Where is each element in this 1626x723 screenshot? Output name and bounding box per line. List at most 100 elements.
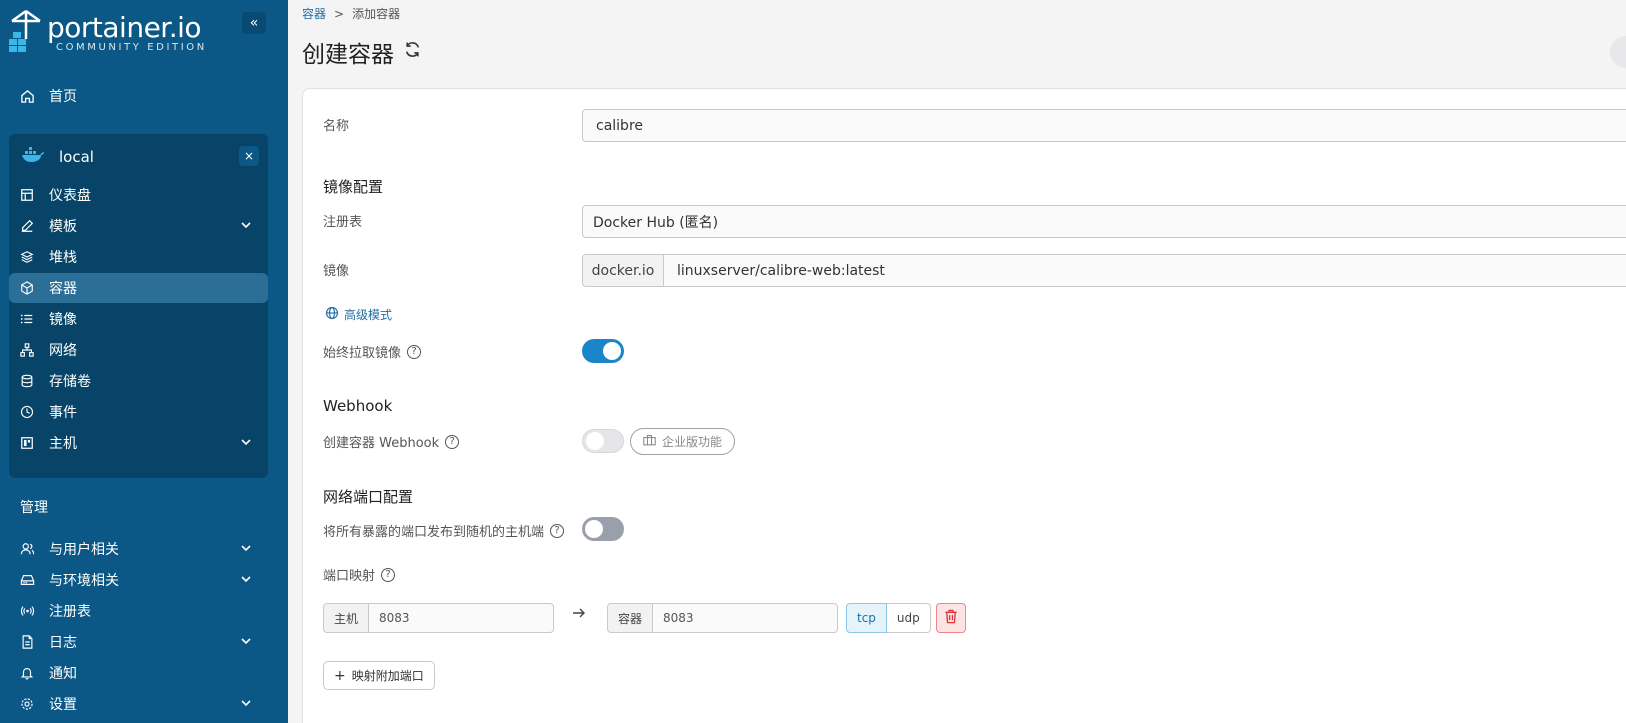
network-port-heading: 网络端口配置 bbox=[323, 488, 414, 506]
portainer-logo[interactable]: portainer.io COMMUNITY EDITION bbox=[6, 9, 226, 59]
sidebar-item-settings[interactable]: 设置 bbox=[9, 689, 268, 719]
container-port-input[interactable]: 8083 bbox=[653, 603, 839, 633]
environment-name: local bbox=[59, 148, 94, 166]
image-input[interactable]: linuxserver/calibre-web:latest bbox=[663, 254, 1626, 287]
database-icon bbox=[19, 373, 35, 389]
chevron-down-icon[interactable] bbox=[240, 542, 252, 558]
bell-icon bbox=[19, 665, 35, 681]
sidebar: portainer.io COMMUNITY EDITION « 首页 loca… bbox=[0, 0, 288, 723]
sidebar-item-label: 首页 bbox=[49, 89, 77, 105]
port-mapping-label: 端口映射 ? bbox=[323, 565, 396, 584]
sidebar-item-networks[interactable]: 网络 bbox=[9, 335, 268, 365]
chevron-down-icon[interactable] bbox=[240, 436, 252, 452]
always-pull-toggle[interactable] bbox=[582, 339, 624, 363]
sidebar-item-label: 主机 bbox=[49, 436, 77, 452]
clock-icon bbox=[19, 404, 35, 420]
sidebar-item-label: 容器 bbox=[49, 281, 77, 297]
sidebar-item-label: 模板 bbox=[49, 219, 77, 235]
user-menu-button[interactable] bbox=[1610, 36, 1626, 68]
chevron-down-icon[interactable] bbox=[240, 219, 252, 235]
toggle-knob bbox=[603, 342, 621, 360]
host-port-group: 主机 8083 bbox=[323, 603, 555, 633]
help-icon[interactable]: ? bbox=[445, 434, 460, 449]
toggle-knob bbox=[585, 520, 603, 538]
collapse-sidebar-button[interactable]: « bbox=[242, 12, 266, 34]
protocol-udp-button[interactable]: udp bbox=[886, 603, 931, 633]
admin-section-title: 管理 bbox=[20, 500, 48, 516]
environment-header[interactable]: local × bbox=[9, 138, 268, 176]
briefcase-icon bbox=[643, 434, 656, 449]
image-registry-prefix: docker.io bbox=[582, 254, 664, 287]
users-icon bbox=[19, 541, 35, 557]
registry-select[interactable]: Docker Hub (匿名) bbox=[582, 205, 1626, 238]
sidebar-item-label: 与用户相关 bbox=[49, 542, 119, 558]
plus-icon: + bbox=[334, 667, 346, 684]
sidebar-item-notifications[interactable]: 通知 bbox=[9, 658, 268, 688]
sidebar-item-volumes[interactable]: 存储卷 bbox=[9, 366, 268, 396]
sidebar-item-templates[interactable]: 模板 bbox=[9, 211, 268, 241]
port-mapping-text: 端口映射 bbox=[323, 569, 376, 584]
close-environment-button[interactable]: × bbox=[239, 146, 259, 166]
container-port-group: 容器 8083 bbox=[607, 603, 839, 633]
sidebar-item-home[interactable]: 首页 bbox=[9, 81, 268, 111]
arrow-right-icon bbox=[572, 607, 586, 623]
chevron-down-icon[interactable] bbox=[240, 573, 252, 589]
sidebar-item-dashboard[interactable]: 仪表盘 bbox=[9, 180, 268, 210]
advanced-mode-label: 高级模式 bbox=[344, 308, 393, 322]
protocol-selector: tcp udp bbox=[846, 603, 931, 633]
host-port-addon: 主机 bbox=[323, 603, 370, 633]
remove-port-button[interactable] bbox=[936, 603, 966, 633]
sidebar-item-label: 网络 bbox=[49, 343, 77, 359]
sidebar-item-events[interactable]: 事件 bbox=[9, 397, 268, 427]
refresh-icon[interactable] bbox=[404, 41, 421, 63]
breadcrumb-containers-link[interactable]: 容器 bbox=[302, 7, 326, 21]
docker-icon bbox=[21, 147, 45, 167]
toggle-knob bbox=[586, 432, 604, 450]
breadcrumb-separator: > bbox=[334, 7, 345, 21]
trash-icon bbox=[944, 609, 958, 628]
add-port-label: 映射附加端口 bbox=[351, 669, 424, 683]
webhook-label: 创建容器 Webhook ? bbox=[323, 432, 460, 451]
sidebar-item-environment-related[interactable]: 与环境相关 bbox=[9, 565, 268, 595]
chevron-down-icon[interactable] bbox=[240, 635, 252, 651]
layers-icon bbox=[19, 249, 35, 265]
container-port-addon: 容器 bbox=[607, 603, 654, 633]
publish-all-label: 将所有暴露的端口发布到随机的主机端 ? bbox=[323, 521, 565, 540]
enterprise-feature-label: 企业版功能 bbox=[662, 435, 723, 449]
sidebar-item-label: 通知 bbox=[49, 666, 77, 682]
sidebar-item-label: 仪表盘 bbox=[49, 188, 91, 204]
publish-all-text: 将所有暴露的端口发布到随机的主机端 bbox=[323, 525, 545, 540]
image-config-heading: 镜像配置 bbox=[323, 178, 384, 196]
sidebar-item-user-related[interactable]: 与用户相关 bbox=[9, 534, 268, 564]
page-title-text: 创建容器 bbox=[302, 42, 394, 68]
sidebar-item-host[interactable]: 主机 bbox=[9, 428, 268, 458]
add-port-mapping-button[interactable]: + 映射附加端口 bbox=[323, 661, 435, 690]
protocol-tcp-button[interactable]: tcp bbox=[846, 603, 887, 633]
sidebar-item-images[interactable]: 镜像 bbox=[9, 304, 268, 334]
sidebar-item-label: 镜像 bbox=[49, 312, 77, 328]
drive-icon bbox=[19, 572, 35, 588]
help-icon[interactable]: ? bbox=[550, 523, 565, 538]
breadcrumb-current: 添加容器 bbox=[352, 7, 401, 21]
name-input[interactable]: calibre bbox=[582, 109, 1626, 142]
host-port-input[interactable]: 8083 bbox=[369, 603, 555, 633]
enterprise-feature-badge[interactable]: 企业版功能 bbox=[630, 428, 736, 455]
registry-label: 注册表 bbox=[323, 215, 363, 230]
sidebar-item-containers[interactable]: 容器 bbox=[9, 273, 268, 303]
portainer-crane-icon bbox=[9, 9, 41, 52]
globe-icon bbox=[325, 306, 339, 323]
help-icon[interactable]: ? bbox=[407, 344, 422, 359]
publish-all-toggle[interactable] bbox=[582, 517, 624, 541]
advanced-mode-link[interactable]: 高级模式 bbox=[325, 306, 392, 323]
webhook-toggle bbox=[582, 429, 624, 453]
sidebar-item-label: 存储卷 bbox=[49, 374, 91, 390]
logo-text: portainer.io bbox=[47, 11, 202, 44]
name-label: 名称 bbox=[323, 119, 350, 134]
home-icon bbox=[19, 88, 35, 104]
help-icon[interactable]: ? bbox=[381, 567, 396, 582]
sidebar-item-stacks[interactable]: 堆栈 bbox=[9, 242, 268, 272]
sidebar-item-registries[interactable]: 注册表 bbox=[9, 596, 268, 626]
chevron-down-icon[interactable] bbox=[240, 697, 252, 713]
breadcrumb: 容器 > 添加容器 bbox=[302, 5, 400, 22]
sidebar-item-logs[interactable]: 日志 bbox=[9, 627, 268, 657]
